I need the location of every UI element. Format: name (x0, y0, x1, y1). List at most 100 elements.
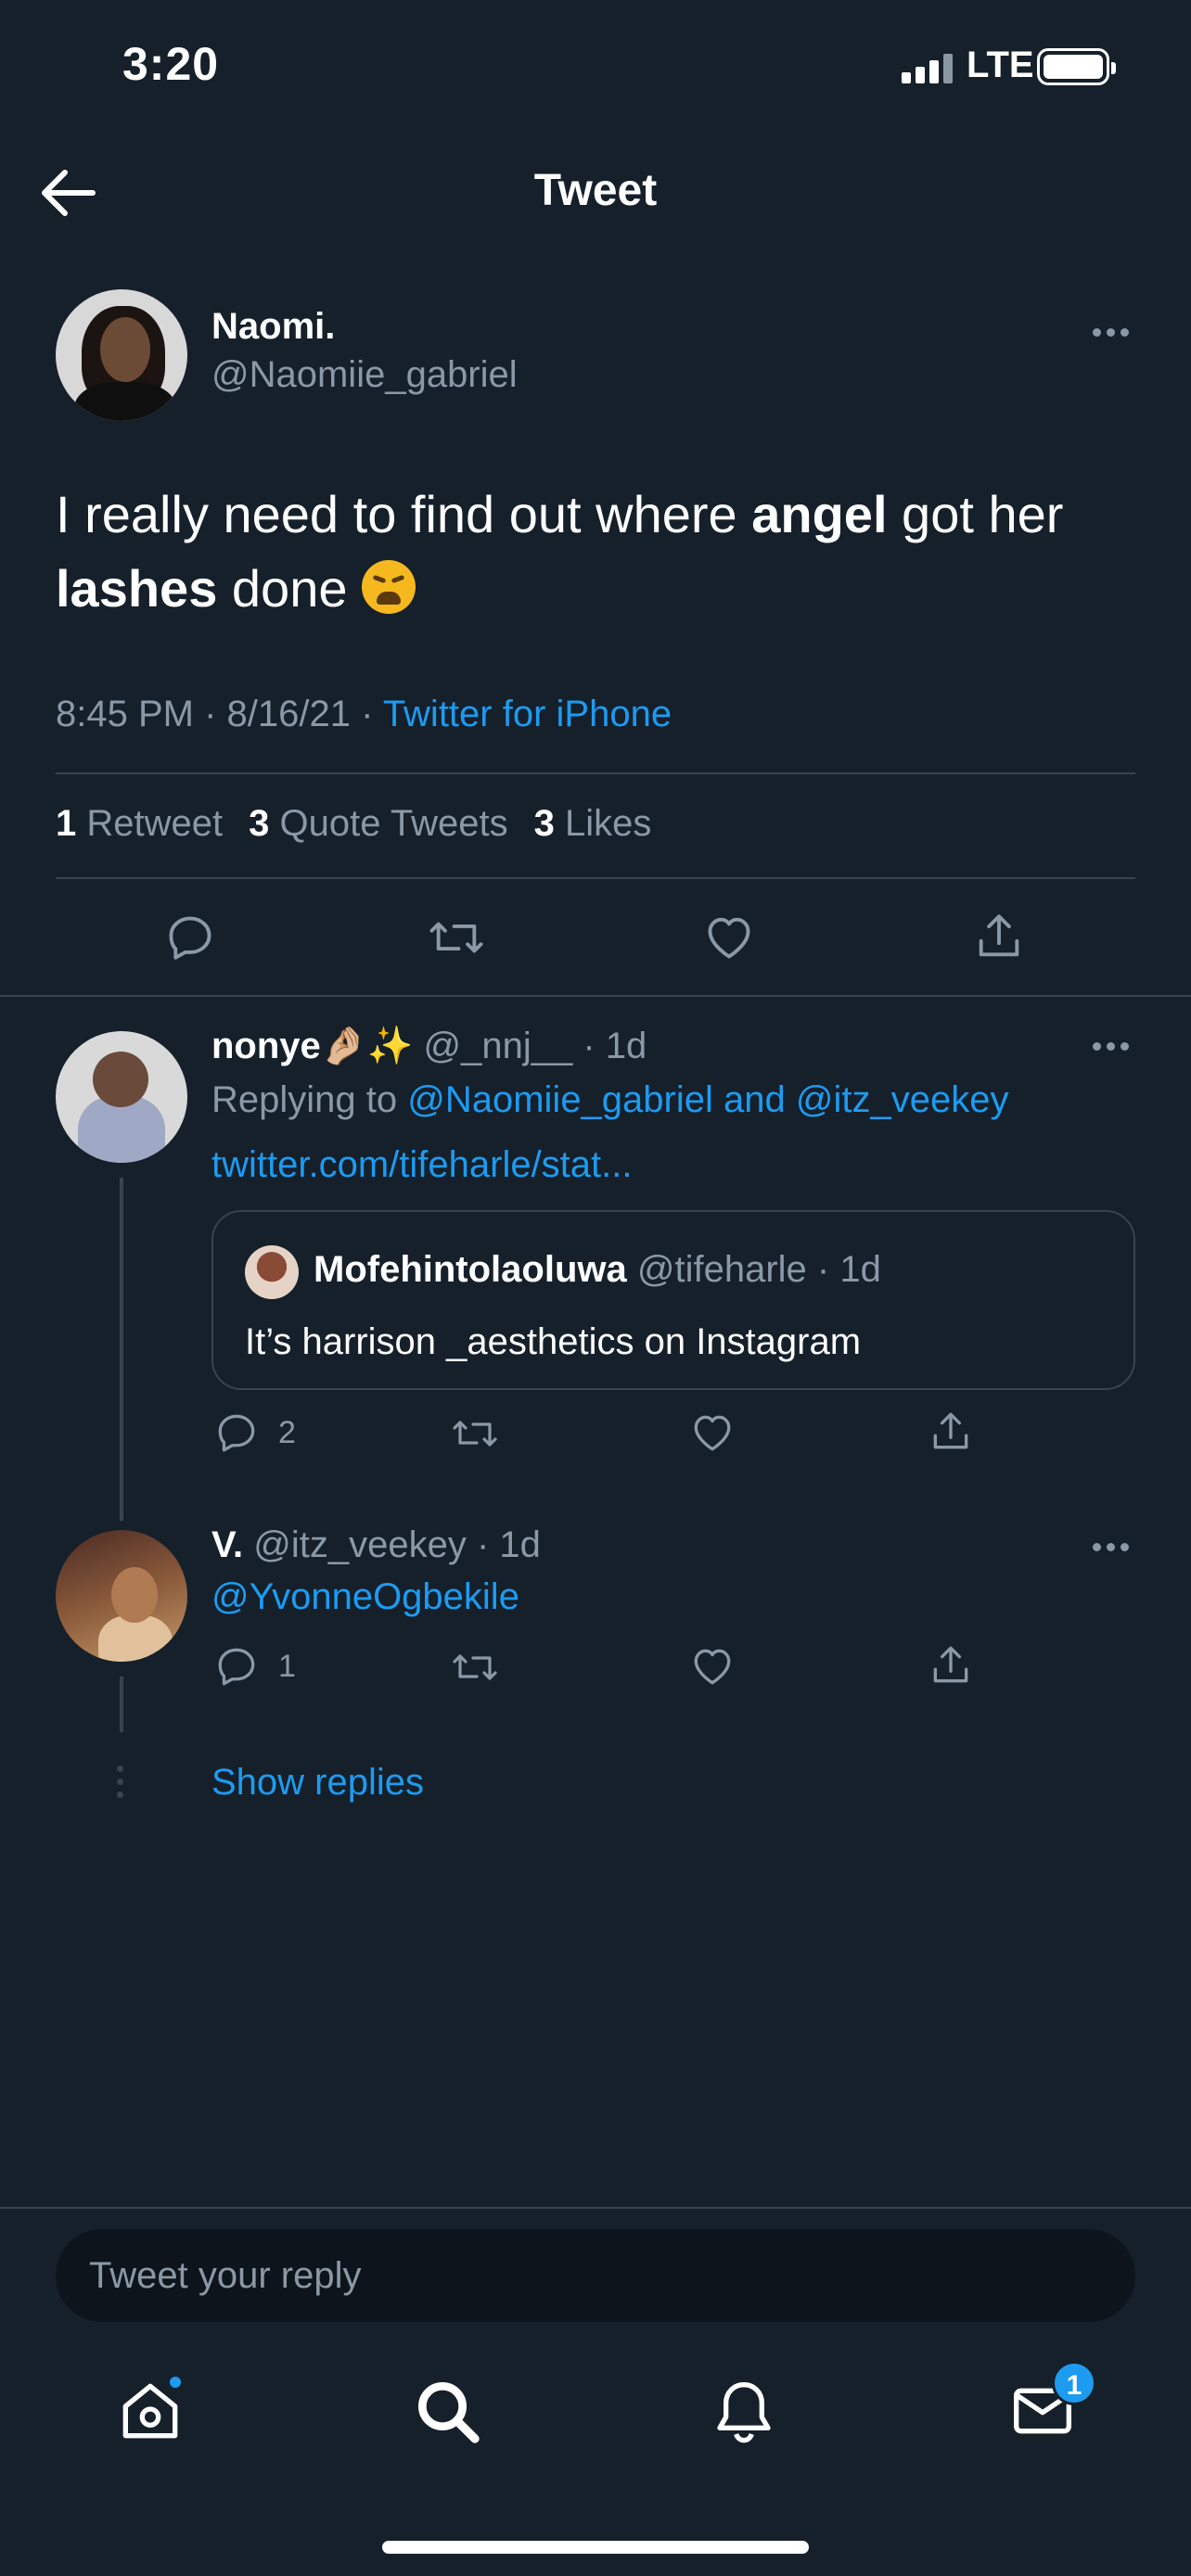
retweet-icon (453, 1654, 497, 1680)
likes-label: Likes (564, 803, 652, 844)
tab-home[interactable] (113, 2374, 187, 2448)
reply-count: 1 (278, 1648, 296, 1684)
reply-author-name[interactable]: V. (211, 1524, 243, 1565)
bell-icon (717, 2382, 771, 2443)
tab-messages[interactable]: 1 (1005, 2361, 1096, 2448)
thread-line (120, 1677, 123, 1732)
replying-to-label: Replying to (211, 1079, 408, 1120)
reply-avatar[interactable] (56, 1031, 187, 1163)
likes-stat[interactable]: 3 Likes (534, 803, 652, 845)
quoted-author-name: Mofehintolaoluwa (314, 1249, 627, 1290)
reply-compose-box[interactable] (56, 2229, 1135, 2322)
home-indicator (382, 2541, 809, 2554)
retweet-button[interactable] (449, 1411, 501, 1456)
tweet-meta: 8:45 PM · 8/16/21 · Twitter for iPhone (56, 694, 672, 734)
quoted-tweet-header: Mofehintolaoluwa @tifeharle · 1d (314, 1249, 881, 1290)
author-avatar[interactable] (56, 289, 187, 421)
share-icon (979, 914, 1019, 957)
tab-search[interactable] (410, 2374, 484, 2448)
divider (0, 2207, 1191, 2209)
cellular-signal-icon (902, 52, 954, 83)
reply-avatar[interactable] (56, 1530, 187, 1662)
replying-to: Replying to @Naomiie_gabriel and @itz_ve… (211, 1079, 1008, 1121)
share-icon (933, 1646, 968, 1683)
new-content-dot (167, 2374, 184, 2391)
retweet-icon (429, 922, 483, 953)
page-title: Tweet (533, 166, 658, 215)
reply-input[interactable] (89, 2229, 1109, 2322)
divider (56, 877, 1135, 879)
tweet-text-bold: angel (751, 485, 888, 543)
status-bar: 3:20 LTE (0, 0, 1191, 139)
more-options-icon[interactable] (1087, 1037, 1133, 1055)
reply-author-handle[interactable]: @_nnj__ (424, 1026, 573, 1066)
author-name[interactable]: Naomi. (211, 306, 335, 348)
retweet-button[interactable] (449, 1645, 501, 1690)
divider (0, 995, 1191, 997)
show-replies-link[interactable]: Show replies (211, 1762, 424, 1804)
tweet-date: 8/16/21 (226, 694, 351, 734)
quotes-count: 3 (249, 803, 270, 844)
thread-continuation-dots (117, 1766, 123, 1798)
more-options-icon[interactable] (1087, 1537, 1133, 1556)
reply-icon (169, 916, 211, 960)
tweet-time: 8:45 PM (56, 694, 194, 734)
quotes-label: Quote Tweets (279, 803, 508, 844)
retweets-count: 1 (56, 803, 77, 844)
share-button[interactable] (928, 1408, 974, 1456)
like-button[interactable] (688, 1409, 736, 1456)
retweet-button[interactable] (427, 911, 486, 964)
reply-author-name[interactable]: nonye🤌🏼✨ (211, 1026, 413, 1066)
top-nav-bar: Tweet (0, 139, 1191, 246)
author-handle[interactable]: @Naomiie_gabriel (211, 354, 518, 396)
reply-author-handle[interactable]: @itz_veekey (253, 1524, 467, 1565)
tweet-link[interactable]: twitter.com/tifeharle/stat... (211, 1144, 633, 1186)
quote-tweets-stat[interactable]: 3 Quote Tweets (249, 803, 507, 845)
tweet-text-segment: got her (887, 485, 1064, 543)
heart-icon (708, 917, 750, 959)
share-icon (933, 1412, 968, 1449)
tweet-text: I really need to find out where angel go… (56, 478, 1150, 626)
reply-count: 2 (278, 1414, 296, 1450)
reply-age: 1d (605, 1026, 647, 1066)
quoted-author-avatar (245, 1245, 299, 1299)
likes-count: 3 (533, 803, 555, 844)
more-options-icon[interactable] (1087, 323, 1133, 341)
heart-icon (694, 1649, 731, 1685)
quoted-author-handle: @tifeharle (636, 1249, 807, 1290)
reply-header: V. @itz_veekey · 1d (211, 1524, 541, 1565)
retweets-stat[interactable]: 1 Retweet (56, 803, 223, 845)
quoted-tweet-text: It’s harrison _aesthetics on Instagram (245, 1321, 862, 1362)
retweet-icon (453, 1421, 497, 1447)
reply-age: 1d (499, 1524, 541, 1565)
tweet-source-link[interactable]: Twitter for iPhone (383, 694, 672, 734)
like-button[interactable] (688, 1643, 736, 1690)
retweets-label: Retweet (86, 803, 224, 844)
mention-link[interactable]: @YvonneOgbekile (211, 1576, 519, 1618)
like-button[interactable] (701, 911, 757, 964)
quoted-tweet-card[interactable]: Mofehintolaoluwa @tifeharle · 1d It’s ha… (211, 1210, 1135, 1390)
share-button[interactable] (928, 1641, 974, 1690)
share-button[interactable] (972, 909, 1026, 964)
thread-line (120, 1178, 123, 1521)
tweet-text-bold: lashes (56, 559, 218, 618)
reply-button[interactable] (163, 911, 217, 964)
quoted-tweet-age: 1d (839, 1249, 881, 1290)
tweet-detail-screen: 3:20 LTE Tweet Naomi. @Naomiie_gabriel I… (0, 0, 1191, 2576)
tab-notifications[interactable] (707, 2374, 781, 2448)
tweet-stats: 1 Retweet 3 Quote Tweets 3 Likes (56, 803, 651, 845)
search-icon (418, 2382, 480, 2443)
replying-to-users-link[interactable]: @Naomiie_gabriel and @itz_veekey (407, 1079, 1008, 1120)
battery-icon (1037, 48, 1116, 85)
reply-icon (218, 1648, 255, 1686)
reply-header: nonye🤌🏼✨ @_nnj__ · 1d (211, 1026, 647, 1066)
messages-badge: 1 (1052, 2361, 1096, 2405)
bottom-tab-bar: 1 (0, 2346, 1191, 2485)
reply-button[interactable]: 2 (213, 1409, 296, 1456)
network-type: LTE (967, 45, 1034, 85)
reply-button[interactable]: 1 (213, 1643, 296, 1690)
reply-icon (218, 1414, 255, 1452)
tweet-text-segment: done (217, 559, 348, 618)
status-time: 3:20 (122, 38, 220, 90)
weary-face-emoji-icon (362, 560, 416, 614)
